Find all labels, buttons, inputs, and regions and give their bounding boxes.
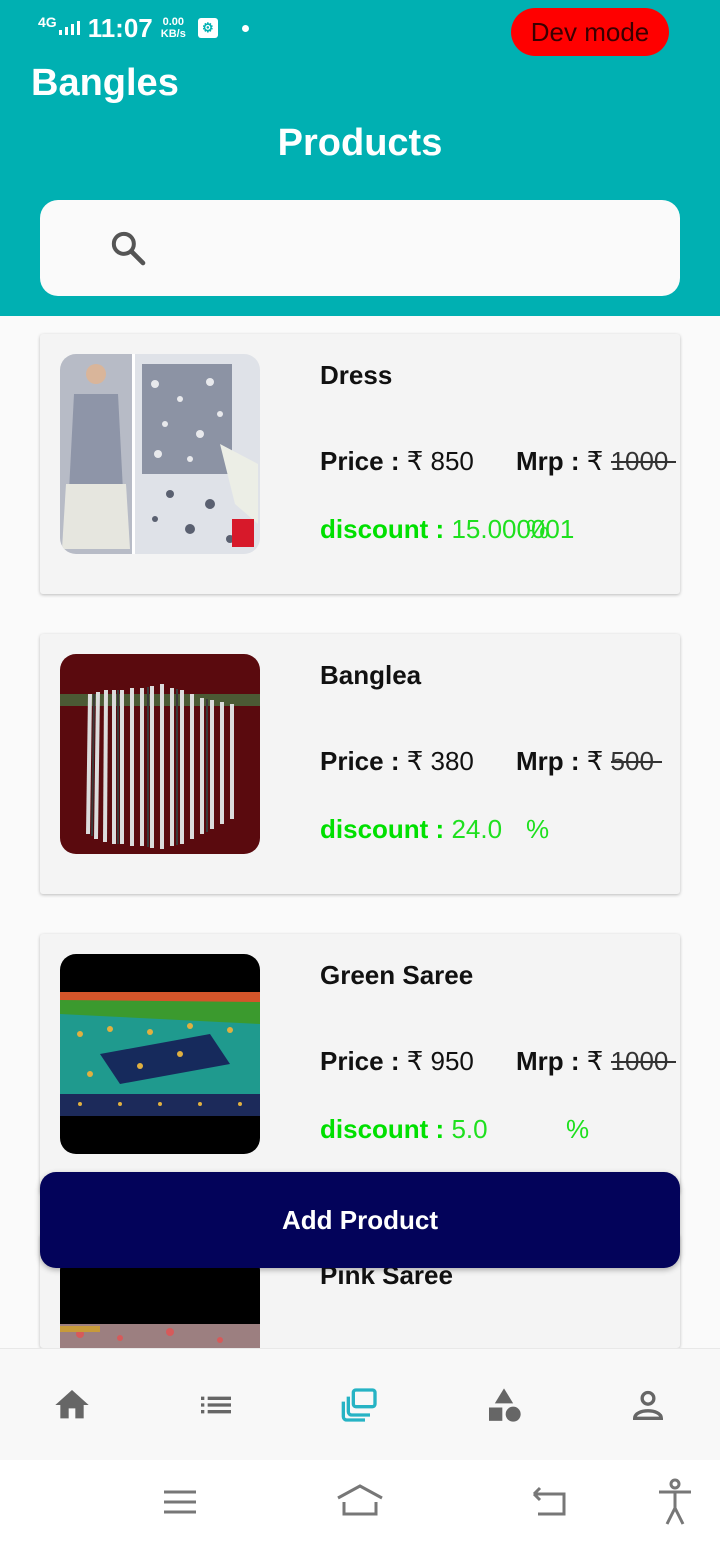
speed-unit: KB/s	[160, 28, 186, 40]
mrp-currency: ₹	[586, 446, 611, 476]
discount-label: discount :	[320, 814, 452, 844]
nav-profile[interactable]	[626, 1385, 670, 1425]
mrp-value: 1000	[610, 1046, 669, 1076]
app-title: Bangles	[31, 62, 179, 104]
price-value: ₹ 380	[406, 746, 474, 776]
price-label: Price :	[320, 746, 407, 776]
product-price: Price : ₹ 380	[320, 746, 474, 777]
signal-icon	[58, 21, 80, 35]
network-type: 4G	[38, 14, 57, 30]
discount-percent: %	[526, 514, 550, 544]
menu-icon[interactable]	[162, 1486, 198, 1518]
discount-percent: %	[526, 814, 550, 844]
nav-products[interactable]	[338, 1385, 382, 1425]
product-mrp: Mrp : ₹ 1000	[516, 1046, 668, 1077]
usb-debug-icon: ⚙	[197, 18, 218, 38]
network-speed: 0.00 KB/s	[161, 16, 186, 40]
add-product-button[interactable]: Add Product	[40, 1172, 680, 1268]
product-mrp: Mrp : ₹ 1000	[516, 446, 668, 477]
list-icon	[201, 1396, 231, 1414]
mrp-currency: ₹	[586, 746, 611, 776]
product-name: Green Saree	[320, 960, 474, 990]
page-title: Products	[277, 122, 443, 164]
app-header: 4G 11:07 0.00 KB/s ⚙ Dev mode Bangles Pr…	[0, 0, 720, 316]
product-price: Price : ₹ 850	[320, 446, 474, 477]
search-input[interactable]	[40, 200, 680, 296]
mrp-value: 500	[610, 746, 654, 776]
mrp-currency: ₹	[586, 1046, 611, 1076]
price-value: ₹ 850	[406, 446, 474, 476]
discount-value: 15.000001	[451, 514, 575, 544]
home-button-icon[interactable]	[336, 1482, 384, 1518]
product-image	[60, 654, 260, 854]
nav-home[interactable]	[50, 1385, 94, 1425]
profile-icon	[632, 1390, 664, 1420]
product-card[interactable]: Green Saree Price : ₹ 950 Mrp : ₹ 1000 d…	[40, 934, 680, 1194]
dev-mode-badge: Dev mode	[511, 8, 669, 56]
mrp-label: Mrp :	[516, 1046, 587, 1076]
product-discount: discount : 24.0	[320, 814, 502, 845]
product-discount: discount : 5.0	[320, 1114, 488, 1145]
discount-label: discount :	[320, 1114, 452, 1144]
product-price: Price : ₹ 950	[320, 1046, 474, 1077]
mrp-value: 1000	[610, 446, 669, 476]
discount-value: 5.0	[451, 1114, 488, 1144]
product-image	[60, 1254, 260, 1348]
products-icon	[341, 1388, 377, 1422]
notification-dot-icon	[241, 24, 249, 32]
nav-categories[interactable]	[482, 1385, 526, 1425]
mrp-label: Mrp :	[516, 446, 587, 476]
categories-icon	[489, 1388, 521, 1422]
discount-value: 24.0	[451, 814, 503, 844]
product-name: Banglea	[320, 660, 422, 690]
product-image	[60, 354, 260, 554]
discount-label: discount :	[320, 514, 452, 544]
price-label: Price :	[320, 446, 407, 476]
bottom-nav	[0, 1348, 720, 1461]
home-icon	[55, 1390, 89, 1419]
speed-value: 0.00	[162, 16, 184, 28]
status-time: 11:07	[87, 12, 153, 43]
price-value: ₹ 950	[406, 1046, 474, 1076]
product-card[interactable]: Dress Price : ₹ 850 Mrp : ₹ 1000 discoun…	[40, 334, 680, 594]
product-name: Dress	[320, 360, 393, 390]
product-card[interactable]: Banglea Price : ₹ 380 Mrp : ₹ 500 discou…	[40, 634, 680, 894]
search-icon	[111, 231, 146, 266]
status-bar: 4G 11:07 0.00 KB/s ⚙	[38, 12, 249, 44]
mrp-label: Mrp :	[516, 746, 587, 776]
product-image	[60, 954, 260, 1154]
product-mrp: Mrp : ₹ 500	[516, 746, 654, 777]
accessibility-icon[interactable]	[656, 1478, 694, 1526]
system-nav-bar	[0, 1460, 720, 1544]
back-icon[interactable]	[530, 1486, 570, 1518]
discount-percent: %	[566, 1114, 590, 1144]
nav-list[interactable]	[194, 1385, 238, 1425]
price-label: Price :	[320, 1046, 407, 1076]
